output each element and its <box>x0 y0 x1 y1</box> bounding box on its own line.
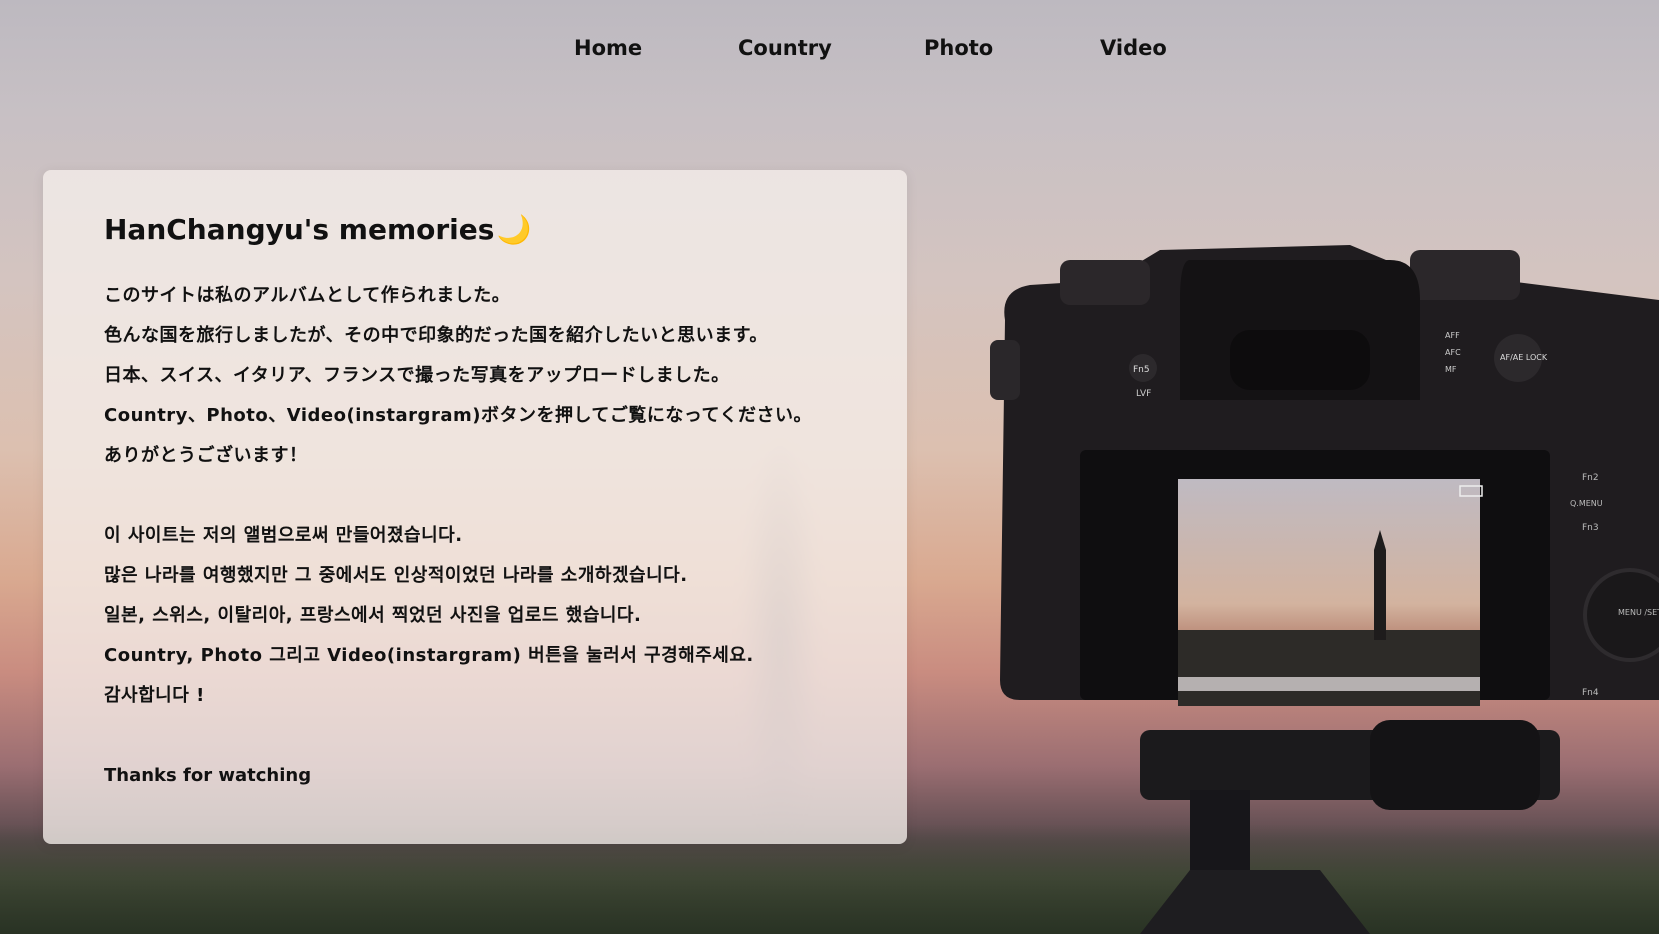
page-title-text: HanChangyu's memories <box>104 213 495 246</box>
lcd-church-tower <box>1374 530 1386 640</box>
fn2-label: Fn2 <box>1582 473 1599 483</box>
viewfinder-window <box>1230 330 1370 390</box>
fn3-label: Fn3 <box>1582 523 1599 533</box>
korean-line: Country, Photo 그리고 Video(instargram) 버튼을… <box>104 645 754 666</box>
japanese-line: ありがとうございます！ <box>104 445 308 466</box>
nav-photo-link[interactable]: Photo <box>924 36 993 60</box>
tripod-knob <box>1370 720 1540 810</box>
japanese-line: このサイトは私のアルバムとして作られました。 <box>104 285 511 306</box>
closing-text: Thanks for watching <box>104 765 312 786</box>
qmenu-label: Q.MENU <box>1570 499 1603 508</box>
mf-label: MF <box>1445 365 1457 374</box>
af-ae-lock-label: AF/AE LOCK <box>1500 353 1548 362</box>
korean-intro: 이 사이트는 저의 앨범으로써 만들어졌습니다. 많은 나라를 여행했지만 그 … <box>104 516 894 716</box>
lcd-treeline <box>1178 630 1480 706</box>
intro-card-content: HanChangyu's memories🌙 このサイトは私のアルバムとして作ら… <box>104 212 894 796</box>
nav-home-link[interactable]: Home <box>574 36 642 60</box>
right-dial <box>1410 250 1520 300</box>
tripod-base <box>1140 870 1370 934</box>
moon-icon: 🌙 <box>496 213 532 246</box>
lcd-building-roof <box>1178 677 1480 691</box>
intro-card: HanChangyu's memories🌙 このサイトは私のアルバムとして作ら… <box>43 170 907 844</box>
korean-line: 감사합니다 ! <box>104 685 205 706</box>
menu-set-label: MENU /SET <box>1618 608 1659 617</box>
fn5-label: Fn5 <box>1133 365 1150 375</box>
korean-line: 일본, 스위스, 이탈리아, 프랑스에서 찍었던 사진을 업로드 했습니다. <box>104 605 642 626</box>
lvf-label: LVF <box>1136 389 1151 399</box>
top-navigation: Home Country Photo Video <box>0 36 1659 72</box>
japanese-line: 色んな国を旅行しましたが、その中で印象的だった国を紹介したいと思います。 <box>104 325 768 346</box>
japanese-intro: このサイトは私のアルバムとして作られました。 色んな国を旅行しましたが、その中で… <box>104 276 894 476</box>
afc-label: AFC <box>1445 348 1461 357</box>
korean-line: 많은 나라를 여행했지만 그 중에서도 인상적이었던 나라를 소개하겠습니다. <box>104 565 688 586</box>
nav-country-link[interactable]: Country <box>738 36 832 60</box>
korean-line: 이 사이트는 저의 앨범으로써 만들어졌습니다. <box>104 525 463 546</box>
page-title: HanChangyu's memories🌙 <box>104 212 894 248</box>
strap-lug <box>990 340 1020 400</box>
left-dial <box>1060 260 1150 305</box>
nav-video-link[interactable]: Video <box>1100 36 1167 60</box>
page-background: Home Country Photo Video Fn5 LVF AF/AE L… <box>0 0 1659 934</box>
fn4-label: Fn4 <box>1582 688 1599 698</box>
japanese-line: 日本、スイス、イタリア、フランスで撮った写真をアップロードしました。 <box>104 365 730 386</box>
camera-illustration: Fn5 LVF AF/AE LOCK AFF AFC MF Fn2 Q.MENU… <box>990 245 1659 934</box>
afs-label: AFF <box>1445 331 1460 340</box>
japanese-line: Country、Photo、Video(instargram)ボタンを押してご覧… <box>104 405 812 426</box>
